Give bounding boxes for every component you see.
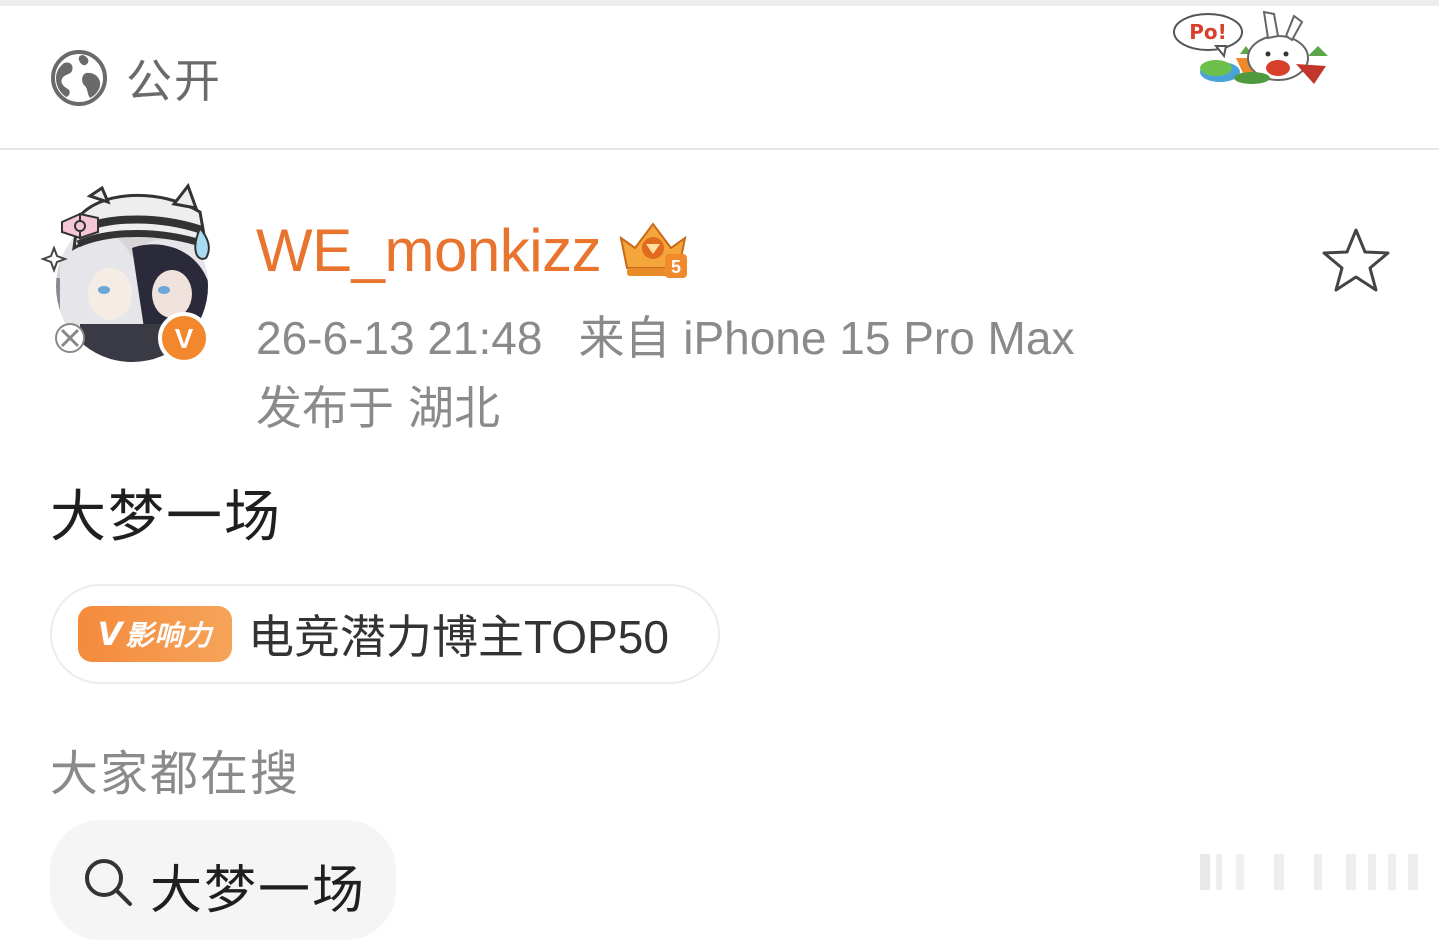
svg-text:V: V bbox=[175, 323, 194, 354]
crown-level-icon: 5 bbox=[619, 222, 688, 278]
post-meta: 26-6-13 21:48 来自 iPhone 15 Pro Max bbox=[256, 302, 1074, 368]
favorite-star-icon[interactable] bbox=[1320, 226, 1392, 294]
post-text: 大梦一场 bbox=[50, 485, 282, 550]
trending-title: 大家都在搜 bbox=[50, 746, 301, 802]
influence-badge-v: V bbox=[97, 615, 124, 653]
location-value: 湖北 bbox=[408, 381, 500, 435]
influence-badge: V 影响力 bbox=[78, 606, 232, 662]
visibility-setting[interactable]: 公开 bbox=[50, 46, 222, 110]
globe-icon bbox=[51, 50, 107, 106]
svg-text:5: 5 bbox=[671, 257, 681, 277]
post-source: 来自 iPhone 15 Pro Max bbox=[578, 312, 1075, 364]
location-label: 发布于 bbox=[256, 381, 394, 435]
trending-search-chip[interactable]: 大梦一场 bbox=[50, 820, 396, 940]
influence-tag[interactable]: V 影响力 电竞潜力博主TOP50 bbox=[50, 584, 720, 684]
sticker-text: Po! bbox=[1189, 20, 1227, 44]
post-location: 发布于 湖北 bbox=[256, 372, 500, 438]
search-icon bbox=[85, 859, 132, 906]
watermark-bars bbox=[1200, 854, 1418, 890]
verified-badge-icon: V bbox=[158, 312, 210, 364]
username[interactable]: WE_monkizz bbox=[256, 216, 602, 285]
influence-tag-text: 电竞潜力博主TOP50 bbox=[248, 611, 669, 663]
avatar[interactable]: V bbox=[40, 178, 220, 368]
post-timestamp: 26-6-13 21:48 bbox=[256, 312, 543, 364]
rabbit-sticker: Po! bbox=[1173, 10, 1328, 84]
section-divider bbox=[0, 148, 1439, 150]
trending-search-text: 大梦一场 bbox=[150, 861, 367, 921]
influence-badge-label: 影响力 bbox=[125, 619, 213, 652]
username-row: WE_monkizz 5 bbox=[256, 212, 691, 288]
visibility-label: 公开 bbox=[126, 54, 222, 108]
